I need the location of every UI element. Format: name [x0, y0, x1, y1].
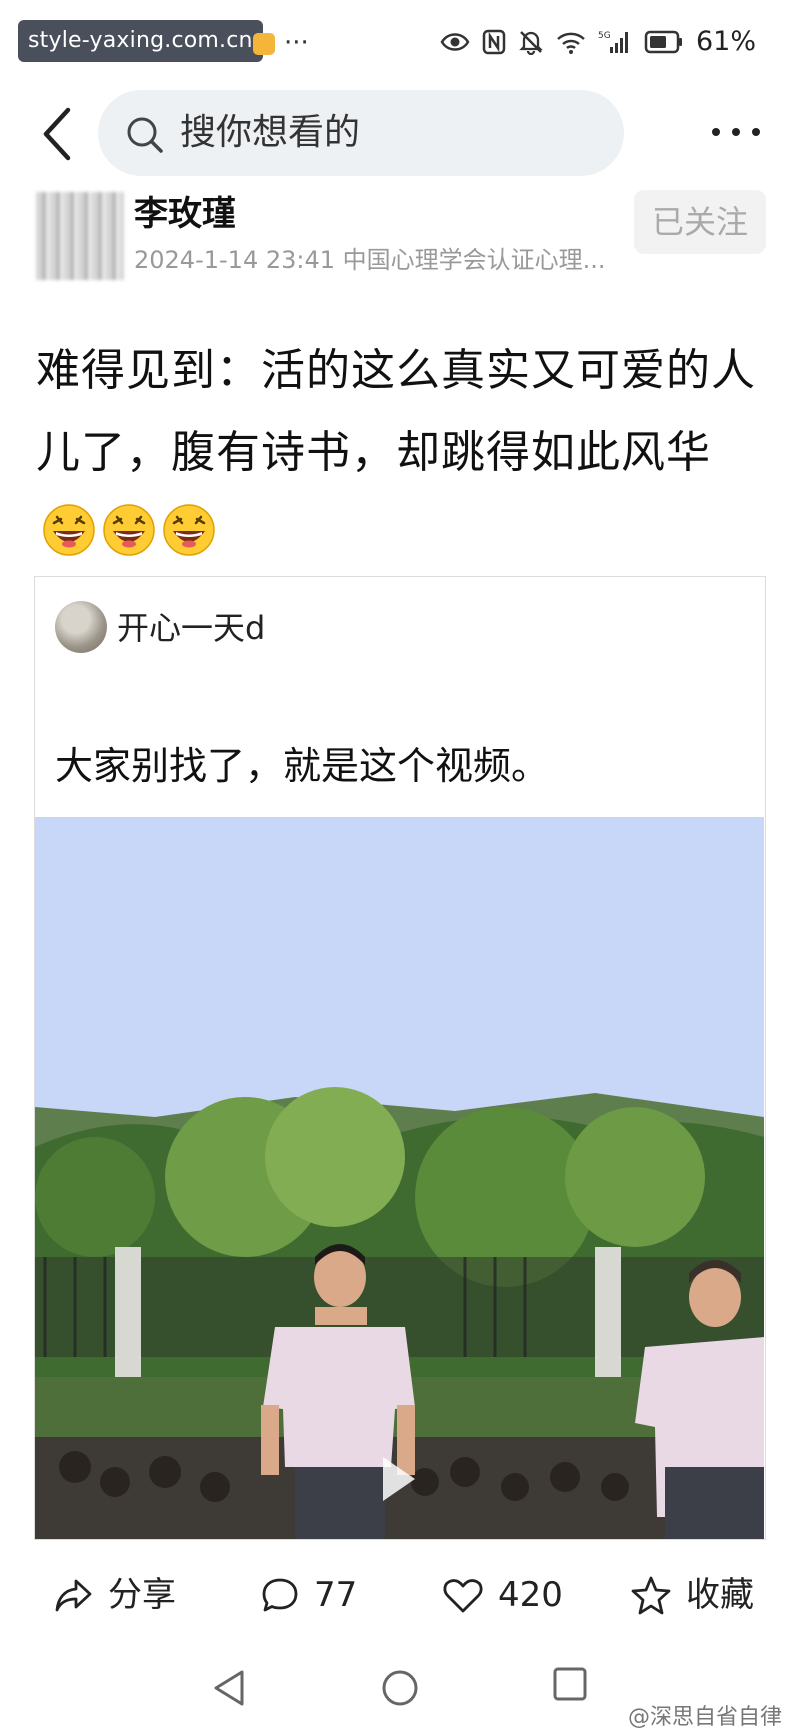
more-notifications-icon: ···	[284, 28, 309, 58]
share-icon	[55, 1579, 92, 1612]
post-meta: 2024-1-14 23:41 中国心理学会认证心理...	[134, 246, 606, 274]
battery-icon	[644, 30, 682, 53]
comment-count: 77	[314, 1575, 358, 1615]
favorite-button[interactable]: 收藏	[630, 1570, 754, 1620]
follow-button[interactable]: 已关注	[634, 190, 766, 254]
nav-home-circle-icon	[382, 1670, 418, 1706]
nav-recents-button[interactable]	[552, 1666, 588, 1706]
system-indicators: 5G 61%	[440, 26, 756, 57]
status-bar: style-yaxing.com.cn ··· 5G 61%	[0, 0, 800, 88]
site-watermark: style-yaxing.com.cn	[18, 20, 263, 62]
author-name[interactable]: 李玫瑾	[134, 192, 236, 236]
favorite-label: 收藏	[686, 1575, 754, 1615]
laughing-emoji-icon	[103, 504, 155, 556]
search-input[interactable]: 搜你想看的	[98, 90, 624, 176]
svg-text:5G: 5G	[598, 31, 611, 41]
author-watermark: @深思自省自律	[627, 1705, 782, 1730]
emoji-group	[36, 504, 216, 560]
nav-back-button[interactable]	[212, 1668, 246, 1712]
quoted-author-name[interactable]: 开心一天d	[117, 607, 265, 649]
author-avatar[interactable]	[36, 192, 124, 280]
like-button[interactable]: 420	[442, 1570, 563, 1620]
nav-back-triangle-icon	[214, 1670, 244, 1706]
post-body: 难得见到：活的这么真实又可爱的人儿了，腹有诗书，却跳得如此风华	[36, 330, 766, 576]
star-icon	[631, 1576, 671, 1615]
laughing-emoji-icon	[43, 504, 95, 556]
battery-percent: 61%	[695, 26, 756, 57]
nav-recents-square-icon	[553, 1667, 587, 1701]
laughing-emoji-icon	[163, 504, 215, 556]
quoted-author-avatar[interactable]	[55, 601, 107, 653]
comment-bubble-icon	[262, 1578, 298, 1612]
heart-icon	[443, 1579, 483, 1613]
eye-icon	[440, 32, 470, 51]
post-text: 难得见到：活的这么真实又可爱的人儿了，腹有诗书，却跳得如此风华	[36, 345, 756, 478]
quoted-post-card[interactable]: 开心一天d 大家别找了，就是这个视频。	[34, 576, 766, 1540]
like-count: 420	[498, 1575, 563, 1615]
signal-icon: 5G	[598, 31, 628, 53]
comment-button[interactable]: 77	[260, 1570, 357, 1620]
action-bar: 分享 77 420 收藏	[0, 1560, 800, 1630]
video-frame	[35, 817, 764, 1539]
wifi-icon	[557, 32, 585, 54]
search-placeholder: 搜你想看的	[180, 112, 361, 153]
more-dots-icon	[712, 128, 760, 136]
quoted-post-text: 大家别找了，就是这个视频。	[55, 744, 550, 788]
video-player[interactable]	[35, 817, 764, 1539]
share-label: 分享	[108, 1575, 176, 1615]
chevron-left-icon	[43, 107, 71, 161]
nav-home-button[interactable]	[380, 1668, 420, 1712]
search-icon	[127, 117, 163, 153]
back-button[interactable]	[38, 106, 78, 162]
share-button[interactable]: 分享	[54, 1570, 176, 1620]
mute-bell-icon	[519, 30, 543, 55]
more-options-button[interactable]	[706, 110, 766, 154]
nfc-icon	[482, 29, 506, 54]
notification-app-icon	[253, 33, 275, 55]
